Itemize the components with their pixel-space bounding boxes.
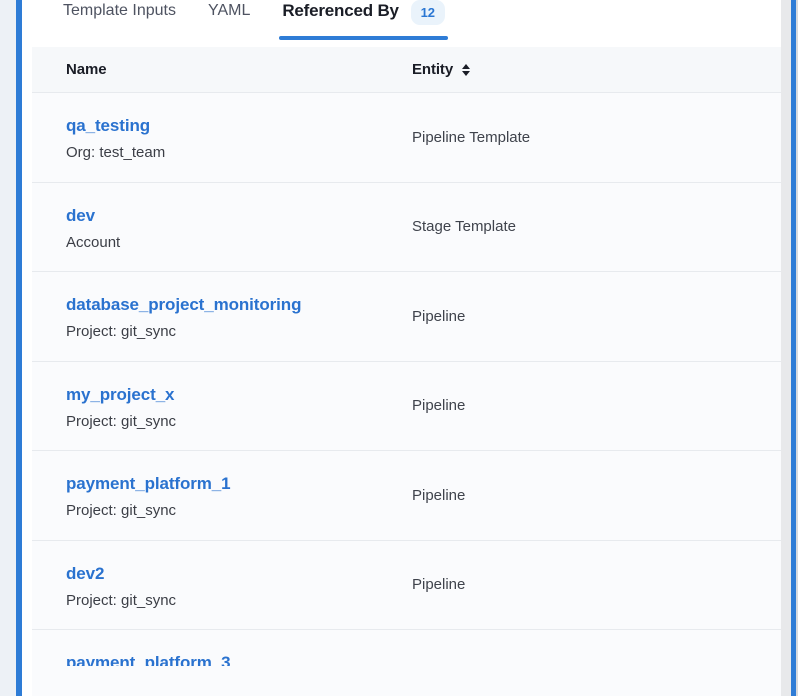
cell-entity: Stage Template <box>412 183 781 272</box>
template-details-drawer: Template Inputs YAML Referenced By 12 Name … <box>0 0 798 696</box>
reference-name-link[interactable]: my_project_x <box>66 385 412 405</box>
reference-scope-label: Project: git_sync <box>66 412 412 431</box>
cell-name: payment_platform_3 <box>32 630 412 666</box>
cell-entity: Pipeline <box>412 451 781 540</box>
table-header-row: Name Entity <box>32 47 781 93</box>
table-row[interactable]: my_project_x Project: git_syncPipeline <box>32 362 781 452</box>
table-row[interactable]: database_project_monitoring Project: git_… <box>32 272 781 362</box>
reference-scope-label: Org: test_team <box>66 143 412 162</box>
tab-yaml[interactable]: YAML <box>208 0 250 40</box>
table-row[interactable]: dev AccountStage Template <box>32 183 781 273</box>
page-background-left <box>0 0 16 696</box>
reference-name-link[interactable]: qa_testing <box>66 116 412 136</box>
column-header-name: Name <box>32 61 412 78</box>
cell-name: qa_testing Org: test_team <box>32 93 412 182</box>
tab-label: Template Inputs <box>63 0 176 21</box>
reference-name-link[interactable]: dev2 <box>66 564 412 584</box>
reference-name-link[interactable]: payment_platform_3 <box>66 653 412 666</box>
table-clip-strip <box>32 666 781 696</box>
tab-bar: Template Inputs YAML Referenced By 12 <box>22 0 781 40</box>
reference-scope-label: Account <box>66 233 412 252</box>
column-header-entity-label: Entity <box>412 61 453 78</box>
active-tab-underline <box>279 36 447 40</box>
sort-arrows-icon[interactable] <box>462 64 470 76</box>
cell-name: dev Account <box>32 183 412 272</box>
cell-name: payment_platform_1 Project: git_sync <box>32 451 412 540</box>
table-row[interactable]: payment_platform_1 Project: git_syncPipel… <box>32 451 781 541</box>
drawer-content: Template Inputs YAML Referenced By 12 Name … <box>22 0 781 696</box>
cell-entity: Pipeline Template <box>412 93 781 182</box>
table-row[interactable]: qa_testing Org: test_teamPipeline Templat… <box>32 93 781 183</box>
table-row[interactable]: dev2 Project: git_syncPipeline <box>32 541 781 631</box>
reference-scope-label: Project: git_sync <box>66 322 412 341</box>
cell-entity: Pipeline <box>412 272 781 361</box>
cell-name: my_project_x Project: git_sync <box>32 362 412 451</box>
tab-label: Referenced By <box>282 0 398 21</box>
cell-name: database_project_monitoring Project: git_… <box>32 272 412 361</box>
cell-entity: Pipeline <box>412 362 781 451</box>
cell-entity <box>412 630 781 666</box>
referenced-by-table: Name Entity qa_testingOrg: test_teamPipe… <box>32 47 781 666</box>
tab-label: YAML <box>208 0 250 21</box>
column-header-entity[interactable]: Entity <box>412 61 781 78</box>
reference-name-link[interactable]: database_project_monitoring <box>66 295 412 315</box>
tab-template-inputs[interactable]: Template Inputs <box>63 0 176 40</box>
reference-name-link[interactable]: dev <box>66 206 412 226</box>
table-row[interactable]: payment_platform_3 <box>32 630 781 666</box>
reference-scope-label: Project: git_sync <box>66 591 412 610</box>
tab-referenced-by[interactable]: Referenced By 12 <box>282 0 444 40</box>
cell-name: dev2 Project: git_sync <box>32 541 412 630</box>
table-body: qa_testing Org: test_teamPipeline Templat… <box>32 93 781 666</box>
tab-count-badge: 12 <box>411 0 445 25</box>
reference-name-link[interactable]: payment_platform_1 <box>66 474 412 494</box>
vertical-scrollbar[interactable] <box>781 0 791 696</box>
reference-scope-label: Project: git_sync <box>66 501 412 520</box>
cell-entity: Pipeline <box>412 541 781 630</box>
